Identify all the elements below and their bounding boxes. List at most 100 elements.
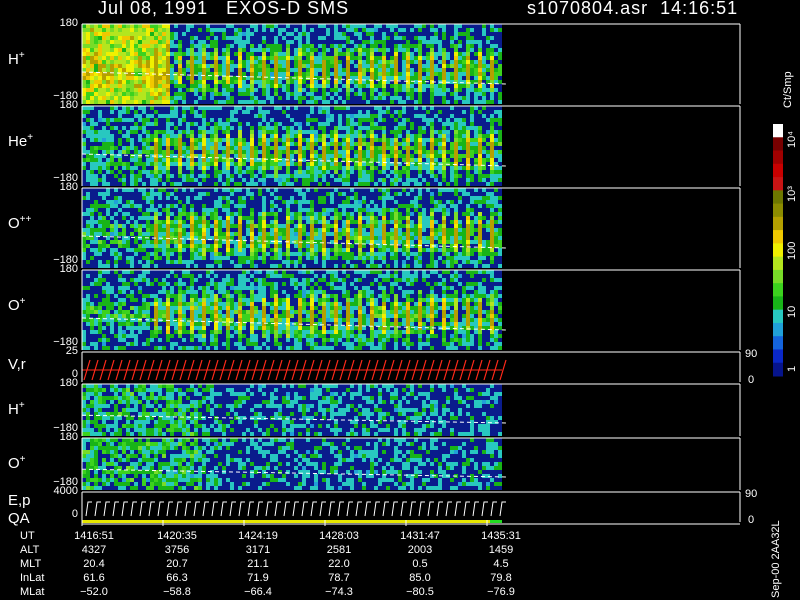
spectrogram-cell: [142, 196, 146, 200]
spectrogram-cell: [414, 72, 418, 76]
spectrogram-cell: [458, 32, 462, 36]
spectrogram-cell: [470, 178, 474, 182]
spectrogram-cell: [398, 84, 402, 88]
spectrogram-cell: [318, 236, 322, 240]
spectrogram-cell: [370, 134, 374, 138]
spectrogram-cell: [206, 138, 210, 142]
spectrogram-cell: [398, 224, 402, 228]
spectrogram-cell: [442, 122, 446, 126]
spectrogram-cell: [342, 154, 346, 158]
spectrogram-cell: [362, 92, 366, 96]
spectrogram-cell: [342, 182, 346, 186]
spectrogram-cell: [126, 40, 130, 44]
spectrogram-cell: [410, 244, 414, 248]
spectrogram-cell: [154, 232, 158, 236]
spectrogram-cell: [142, 232, 146, 236]
spectrogram-cell: [406, 60, 410, 64]
spectrogram-cell: [246, 298, 250, 302]
spectrogram-cell: [498, 64, 502, 68]
spectrogram-cell: [82, 142, 86, 146]
spectrogram-cell: [334, 48, 338, 52]
spectrogram-cell: [286, 236, 290, 240]
spectrogram-cell: [466, 170, 470, 174]
spectrogram-cell: [498, 158, 502, 162]
spectrogram-cell: [210, 138, 214, 142]
spectrogram-cell: [470, 240, 474, 244]
spectrogram-cell: [130, 314, 134, 318]
spectrogram-cell: [242, 196, 246, 200]
spectrogram-cell: [242, 92, 246, 96]
spectrogram-cell: [306, 48, 310, 52]
spectrogram-cell: [246, 314, 250, 318]
spectrogram-cell: [466, 52, 470, 56]
spectrogram-cell: [82, 36, 86, 40]
spectrogram-cell: [226, 314, 230, 318]
spectrogram-cell: [222, 64, 226, 68]
spectrogram-cell: [342, 68, 346, 72]
spectrogram-cell: [226, 290, 230, 294]
spectrogram-cell: [214, 224, 218, 228]
spectrogram-cell: [442, 64, 446, 68]
spectrogram-cell: [98, 244, 102, 248]
spectrogram-cell: [102, 142, 106, 146]
spectrogram-cell: [322, 158, 326, 162]
spectrogram-cell: [386, 146, 390, 150]
spectrogram-cell: [238, 174, 242, 178]
spectrogram-cell: [362, 80, 366, 84]
spectrogram-cell: [494, 232, 498, 236]
spectrogram-cell: [286, 80, 290, 84]
spectrogram-cell: [466, 260, 470, 264]
spectrogram-cell: [134, 130, 138, 134]
spectrogram-cell: [86, 174, 90, 178]
spectrogram-cell: [98, 96, 102, 100]
spectrogram-cell: [206, 52, 210, 56]
spectrogram-cell: [226, 166, 230, 170]
spectrogram-cell: [130, 166, 134, 170]
spectrogram-cell: [166, 114, 170, 118]
spectrogram-cell: [406, 248, 410, 252]
spectrogram-cell: [158, 48, 162, 52]
spectrogram-cell: [174, 76, 178, 80]
spectrogram-cell: [202, 286, 206, 290]
spectrogram-cell: [298, 220, 302, 224]
spectrogram-cell: [454, 232, 458, 236]
spectrogram-cell: [206, 270, 210, 274]
spectrogram-cell: [214, 200, 218, 204]
spectrogram-cell: [282, 84, 286, 88]
spectrogram-cell: [350, 122, 354, 126]
spectrogram-cell: [150, 24, 154, 28]
spectrogram-cell: [214, 84, 218, 88]
spectrogram-cell: [122, 118, 126, 122]
spectrogram-cell: [82, 80, 86, 84]
spectrogram-cell: [434, 88, 438, 92]
spectrogram-cell: [258, 178, 262, 182]
spectrogram-cell: [178, 96, 182, 100]
spectrogram-cell: [450, 72, 454, 76]
spectrogram-cell: [278, 106, 282, 110]
spectrogram-cell: [262, 252, 266, 256]
spectrogram-cell: [138, 76, 142, 80]
spectrogram-cell: [394, 92, 398, 96]
spectrogram-cell: [334, 130, 338, 134]
spectrogram-cell: [122, 88, 126, 92]
spectrogram-cell: [262, 162, 266, 166]
spectrogram-cell: [146, 338, 150, 342]
spectrogram-cell: [210, 76, 214, 80]
spectrogram-cell: [238, 346, 242, 350]
spectrogram-cell: [274, 282, 278, 286]
spectrogram-cell: [410, 68, 414, 72]
spectrogram-cell: [166, 330, 170, 334]
spectrogram-cell: [422, 178, 426, 182]
spectrogram-cell: [198, 314, 202, 318]
spectrogram-cell: [378, 48, 382, 52]
spectrogram-cell: [110, 56, 114, 60]
spectrogram-cell: [406, 146, 410, 150]
spectrogram-cell: [414, 228, 418, 232]
spectrogram-cell: [150, 88, 154, 92]
spectrogram-cell: [382, 166, 386, 170]
spectrogram-cell: [206, 146, 210, 150]
spectrogram-cell: [266, 154, 270, 158]
spectrogram-cell: [418, 36, 422, 40]
spectrogram-cell: [226, 24, 230, 28]
spectrogram-cell: [378, 256, 382, 260]
